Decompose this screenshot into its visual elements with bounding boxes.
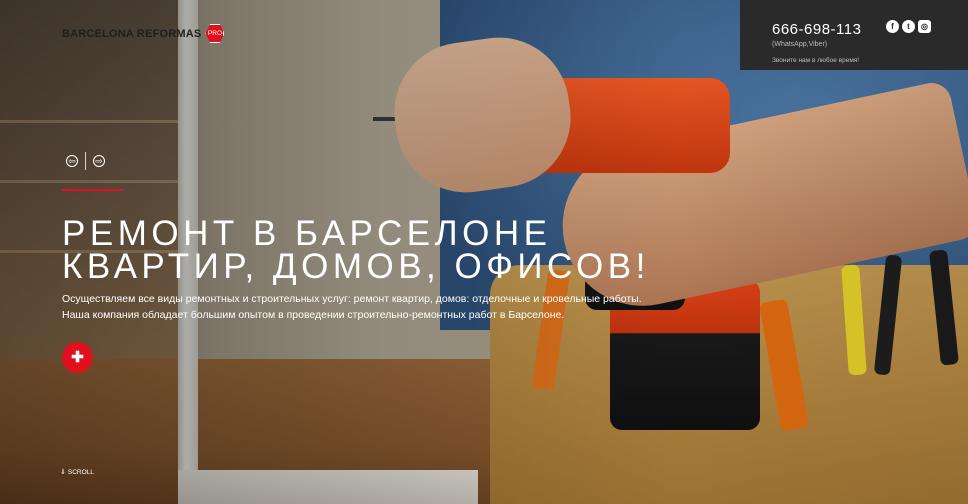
call-note: Звоните нам в любое время! <box>772 57 860 64</box>
nav-divider <box>85 152 86 170</box>
logo-text: BARCELONA REFORMAS <box>62 27 202 40</box>
description-line-2: Наша компания обладает большим опытом в … <box>62 308 565 321</box>
arrow-right-icon[interactable]: ⇨ <box>93 155 105 167</box>
facebook-icon[interactable]: f <box>886 20 899 33</box>
plus-icon: ✚ <box>71 349 84 366</box>
scroll-link[interactable]: ⇓ SCROLL <box>60 468 94 477</box>
phone-number[interactable]: 666-698-113 <box>772 21 861 38</box>
arrow-left-icon[interactable]: ⇦ <box>66 155 78 167</box>
hero-headline: РЕМОНТ В БАРСЕЛОНЕ КВАРТИР, ДОМОВ, ОФИСО… <box>62 214 650 286</box>
headline-line-1: РЕМОНТ В БАРСЕЛОНЕ <box>62 214 552 253</box>
twitter-icon[interactable]: t <box>902 20 915 33</box>
hero-description: Осуществляем все виды ремонтных и строит… <box>62 292 642 323</box>
slider-nav: ⇦ ⇨ <box>66 152 105 170</box>
site-logo[interactable]: BARCELONA REFORMAS PRO <box>62 24 225 43</box>
phone-note: (WhatsApp,Viber) <box>772 41 828 48</box>
social-links: f t ◎ <box>886 20 931 33</box>
headline-line-2: КВАРТИР, ДОМОВ, ОФИСОВ! <box>62 247 650 286</box>
logo-badge: PRO <box>205 24 225 43</box>
instagram-icon[interactable]: ◎ <box>918 20 931 33</box>
accent-line <box>62 189 123 191</box>
scroll-label: SCROLL <box>67 468 94 476</box>
description-line-1: Осуществляем все виды ремонтных и строит… <box>62 293 642 305</box>
more-button[interactable]: ✚ <box>62 342 93 373</box>
contact-panel: 666-698-113 (WhatsApp,Viber) Звоните нам… <box>740 0 968 70</box>
arrow-down-icon: ⇓ <box>60 469 66 476</box>
